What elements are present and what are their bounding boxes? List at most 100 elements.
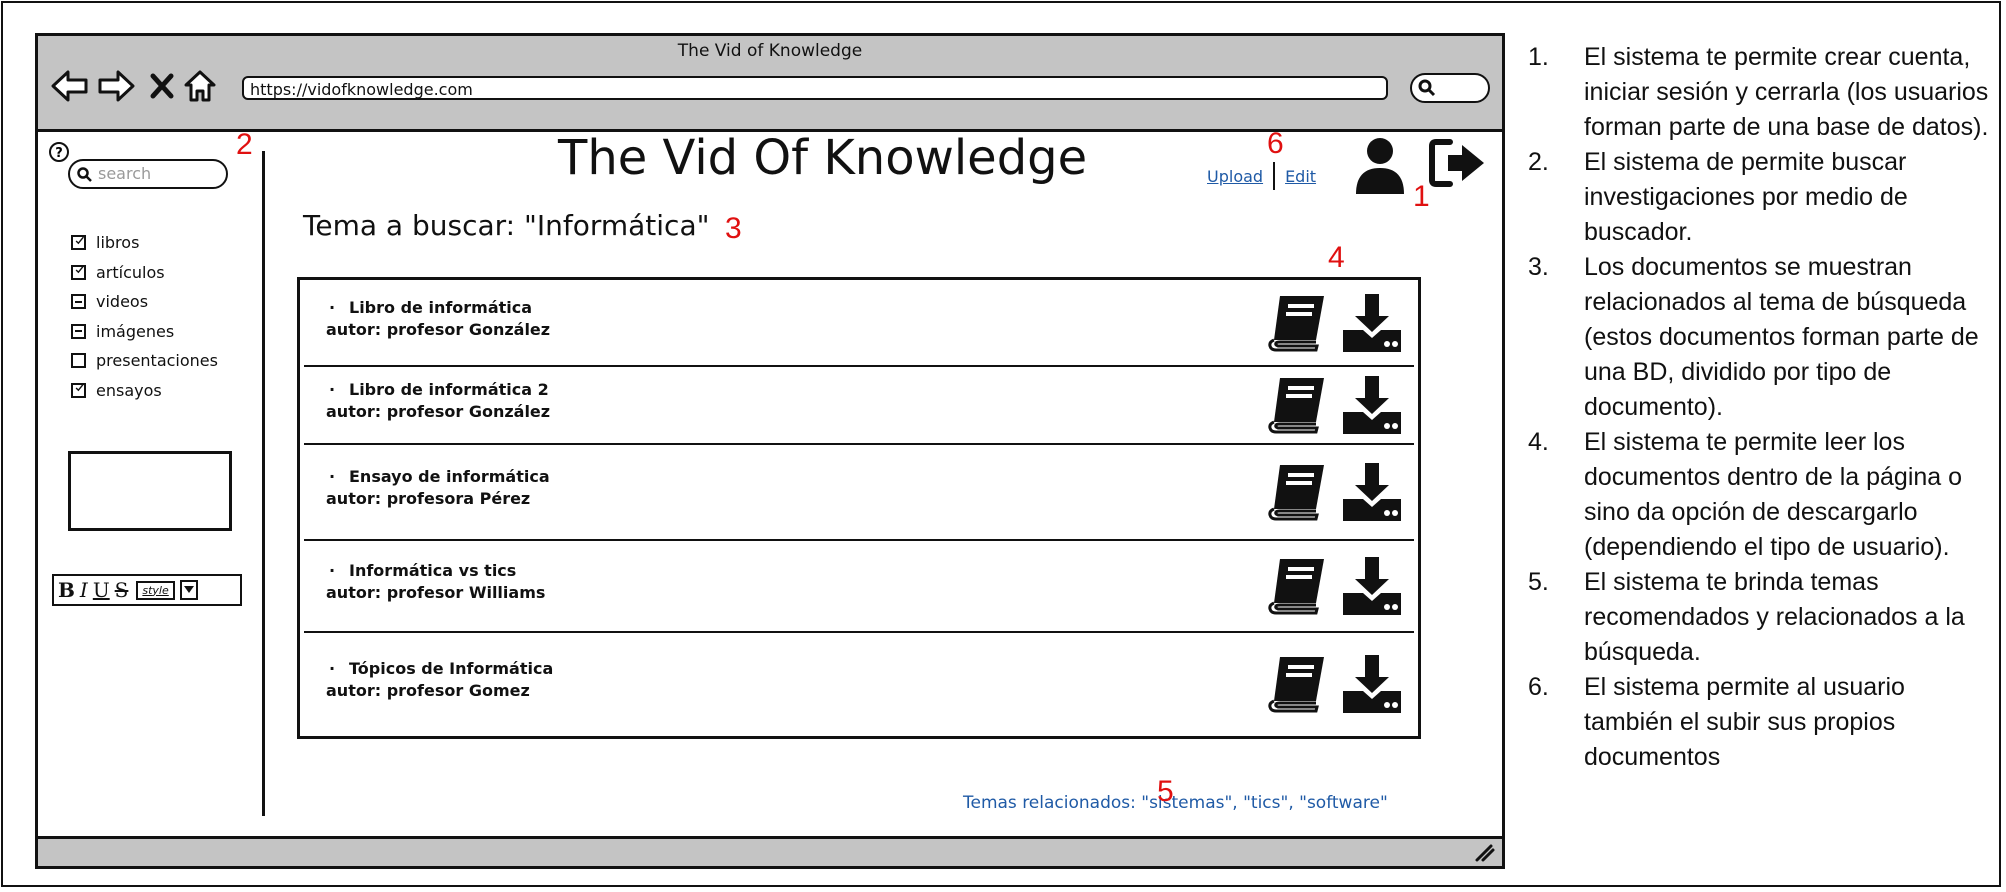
note-item: 2. El sistema de permite buscar investiga… — [1528, 145, 1998, 250]
result-row: Tópicos de Informática autor: profesor Go… — [304, 633, 1414, 736]
help-icon[interactable]: ? — [48, 141, 70, 167]
note-number: 1. — [1528, 43, 1549, 71]
format-toolbar: B I U S style — [52, 574, 242, 606]
annotation-5: 5 — [1157, 775, 1174, 808]
checkbox-indeterminate[interactable] — [71, 323, 86, 339]
checkbox-checked[interactable] — [71, 264, 86, 280]
requirements-notes: 1. El sistema te permite crear cuenta, in… — [1528, 40, 1998, 775]
filter-label: artículos — [96, 262, 165, 282]
filter-label: ensayos — [96, 380, 162, 400]
result-row: Libro de informática 2 autor: profesor Go… — [304, 367, 1414, 445]
result-row: Informática vs tics autor: profesor Willi… — [304, 541, 1414, 633]
filter-label: videos — [96, 292, 149, 312]
read-book-icon[interactable] — [1266, 463, 1328, 525]
filter-item[interactable]: ensayos — [71, 376, 218, 406]
note-item: 6. El sistema permite al usuario también … — [1528, 670, 1998, 775]
filter-item[interactable]: libros — [71, 228, 218, 258]
filter-label: libros — [96, 233, 140, 253]
note-text: El sistema te permite leer los documento… — [1584, 428, 1963, 561]
note-item: 5. El sistema te brinda temas recomendado… — [1528, 565, 1998, 670]
italic-button[interactable]: I — [80, 578, 88, 602]
style-selector[interactable]: style — [136, 580, 175, 600]
note-text: El sistema te brinda temas recomendados … — [1584, 568, 1965, 666]
note-text: El sistema permite al usuario también el… — [1584, 673, 1905, 771]
forward-icon[interactable] — [96, 64, 136, 108]
browser-search-field[interactable] — [1410, 73, 1490, 103]
user-account-icon[interactable] — [1353, 136, 1407, 200]
url-field[interactable]: https://vidofknowledge.com — [242, 76, 1388, 100]
filter-item[interactable]: imágenes — [71, 317, 218, 347]
annotation-6: 6 — [1267, 127, 1284, 160]
read-book-icon[interactable] — [1266, 557, 1328, 619]
note-number: 6. — [1528, 673, 1549, 701]
checkbox-checked[interactable] — [71, 382, 86, 398]
download-icon[interactable] — [1341, 555, 1403, 621]
note-number: 5. — [1528, 568, 1549, 596]
read-book-icon[interactable] — [1266, 655, 1328, 717]
related-topics-link[interactable]: Temas relacionados: "sistemas", "tics", … — [963, 793, 1388, 813]
annotation-2: 2 — [236, 128, 253, 161]
result-row: Ensayo de informática autor: profesora Pé… — [304, 445, 1414, 541]
page-title: The Vid Of Knowledge — [558, 130, 1088, 186]
sidebar-divider — [262, 151, 265, 816]
note-text: El sistema te permite crear cuenta, inic… — [1584, 43, 1989, 141]
sidebar-panel — [68, 451, 232, 531]
annotation-4: 4 — [1328, 241, 1345, 274]
annotation-1: 1 — [1413, 180, 1430, 213]
sidebar-search-input[interactable]: search — [68, 159, 228, 189]
stop-icon[interactable] — [142, 64, 182, 108]
document-title[interactable]: Tópicos de Informática — [329, 659, 553, 678]
document-title[interactable]: Libro de informática 2 — [329, 380, 549, 399]
chevron-down-icon — [183, 586, 194, 593]
filter-label: imágenes — [96, 321, 175, 341]
note-item: 1. El sistema te permite crear cuenta, in… — [1528, 40, 1998, 145]
browser-window: The Vid of Knowledge https://vidofknowle… — [35, 33, 1505, 869]
search-placeholder: search — [98, 164, 152, 183]
note-item: 4. El sistema te permite leer los documen… — [1528, 425, 1998, 565]
download-icon[interactable] — [1341, 461, 1403, 527]
download-icon[interactable] — [1341, 292, 1403, 358]
read-book-icon[interactable] — [1266, 376, 1328, 438]
link-separator — [1273, 162, 1276, 190]
note-text: El sistema de permite buscar investigaci… — [1584, 148, 1908, 246]
read-book-icon[interactable] — [1266, 294, 1328, 356]
results-list: Libro de informática autor: profesor Gonz… — [297, 277, 1421, 739]
style-dropdown[interactable] — [179, 580, 198, 600]
filter-item[interactable]: videos — [71, 287, 218, 317]
logout-icon[interactable] — [1428, 138, 1488, 192]
download-icon[interactable] — [1341, 374, 1403, 440]
upload-link[interactable]: Upload — [1207, 167, 1263, 186]
filter-list: libros artículos videos imágenes presentacio… — [71, 228, 218, 405]
resize-grip-icon[interactable] — [1474, 843, 1496, 863]
edit-link[interactable]: Edit — [1285, 167, 1316, 186]
document-author: autor: profesor González — [326, 319, 551, 339]
underline-button[interactable]: U — [93, 578, 110, 602]
bold-button[interactable]: B — [58, 578, 75, 602]
checkbox-unchecked[interactable] — [71, 353, 86, 369]
document-title[interactable]: Libro de informática — [329, 298, 532, 317]
document-title[interactable]: Informática vs tics — [329, 561, 516, 580]
filter-item[interactable]: presentaciones — [71, 346, 218, 376]
checkbox-indeterminate[interactable] — [71, 294, 86, 310]
filter-item[interactable]: artículos — [71, 258, 218, 288]
note-item: 3. Los documentos se muestran relacionado… — [1528, 250, 1998, 425]
window-title: The Vid of Knowledge — [677, 41, 863, 61]
status-bar — [38, 836, 1502, 866]
note-number: 3. — [1528, 253, 1549, 281]
browser-toolbar: The Vid of Knowledge https://vidofknowle… — [38, 36, 1502, 132]
note-number: 4. — [1528, 428, 1549, 456]
home-icon[interactable] — [180, 64, 220, 108]
document-author: autor: profesor González — [326, 402, 551, 421]
document-author: autor: profesor Williams — [326, 583, 546, 602]
back-icon[interactable] — [50, 64, 90, 108]
checkbox-checked[interactable] — [71, 235, 86, 251]
annotation-3: 3 — [725, 212, 742, 245]
document-title[interactable]: Ensayo de informática — [329, 467, 550, 486]
filter-label: presentaciones — [96, 351, 218, 371]
strikethrough-button[interactable]: S — [115, 578, 129, 602]
document-author: autor: profesora Pérez — [326, 489, 531, 508]
download-icon[interactable] — [1341, 653, 1403, 719]
search-icon — [77, 167, 92, 182]
note-text: Los documentos se muestran relacionados … — [1584, 253, 1979, 421]
upload-edit-links: Upload Edit — [1207, 162, 1316, 190]
